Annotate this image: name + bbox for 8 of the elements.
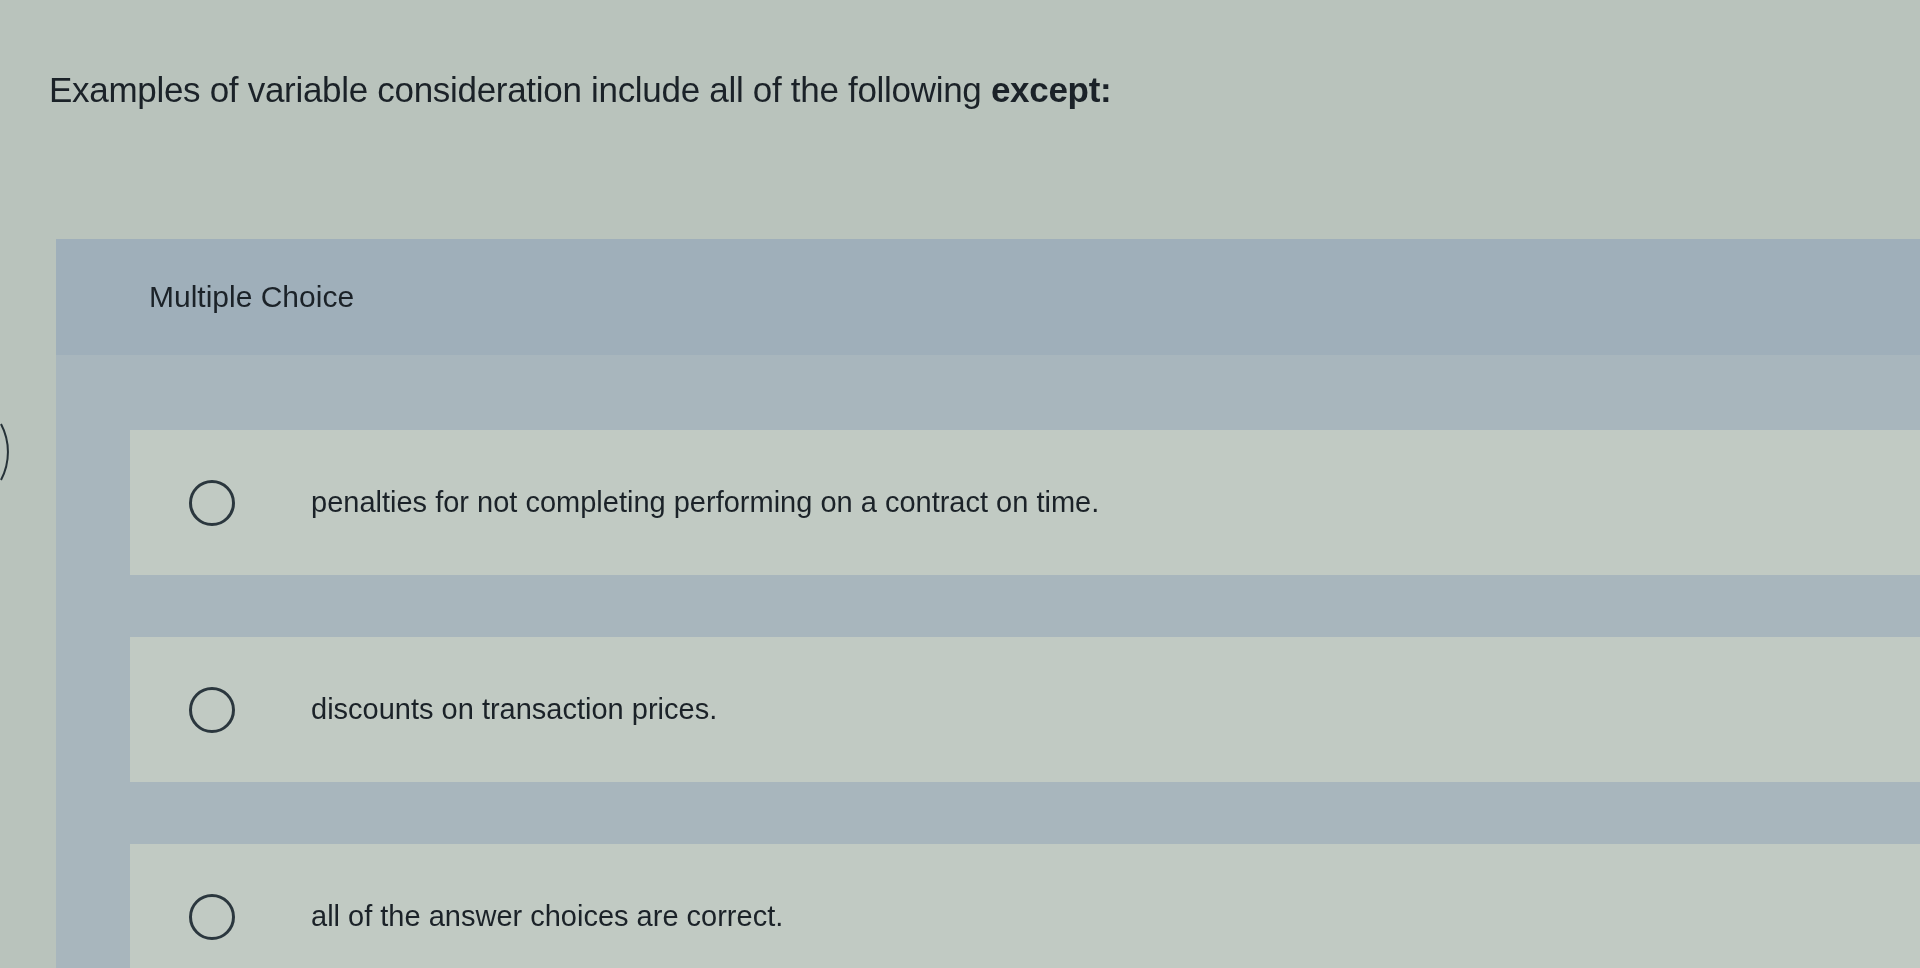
- answer-text: penalties for not completing performing on a contract on time.: [311, 486, 1100, 519]
- answer-text: discounts on transaction prices.: [311, 693, 718, 726]
- question-type-label: Multiple Choice: [149, 280, 355, 314]
- answer-text: all of the answer choices are correct.: [311, 900, 784, 933]
- radio-button[interactable]: [189, 893, 235, 940]
- radio-button[interactable]: [189, 686, 235, 733]
- question-text: Examples of variable consideration include all of the following except:: [49, 70, 1112, 110]
- radio-button[interactable]: [189, 479, 235, 526]
